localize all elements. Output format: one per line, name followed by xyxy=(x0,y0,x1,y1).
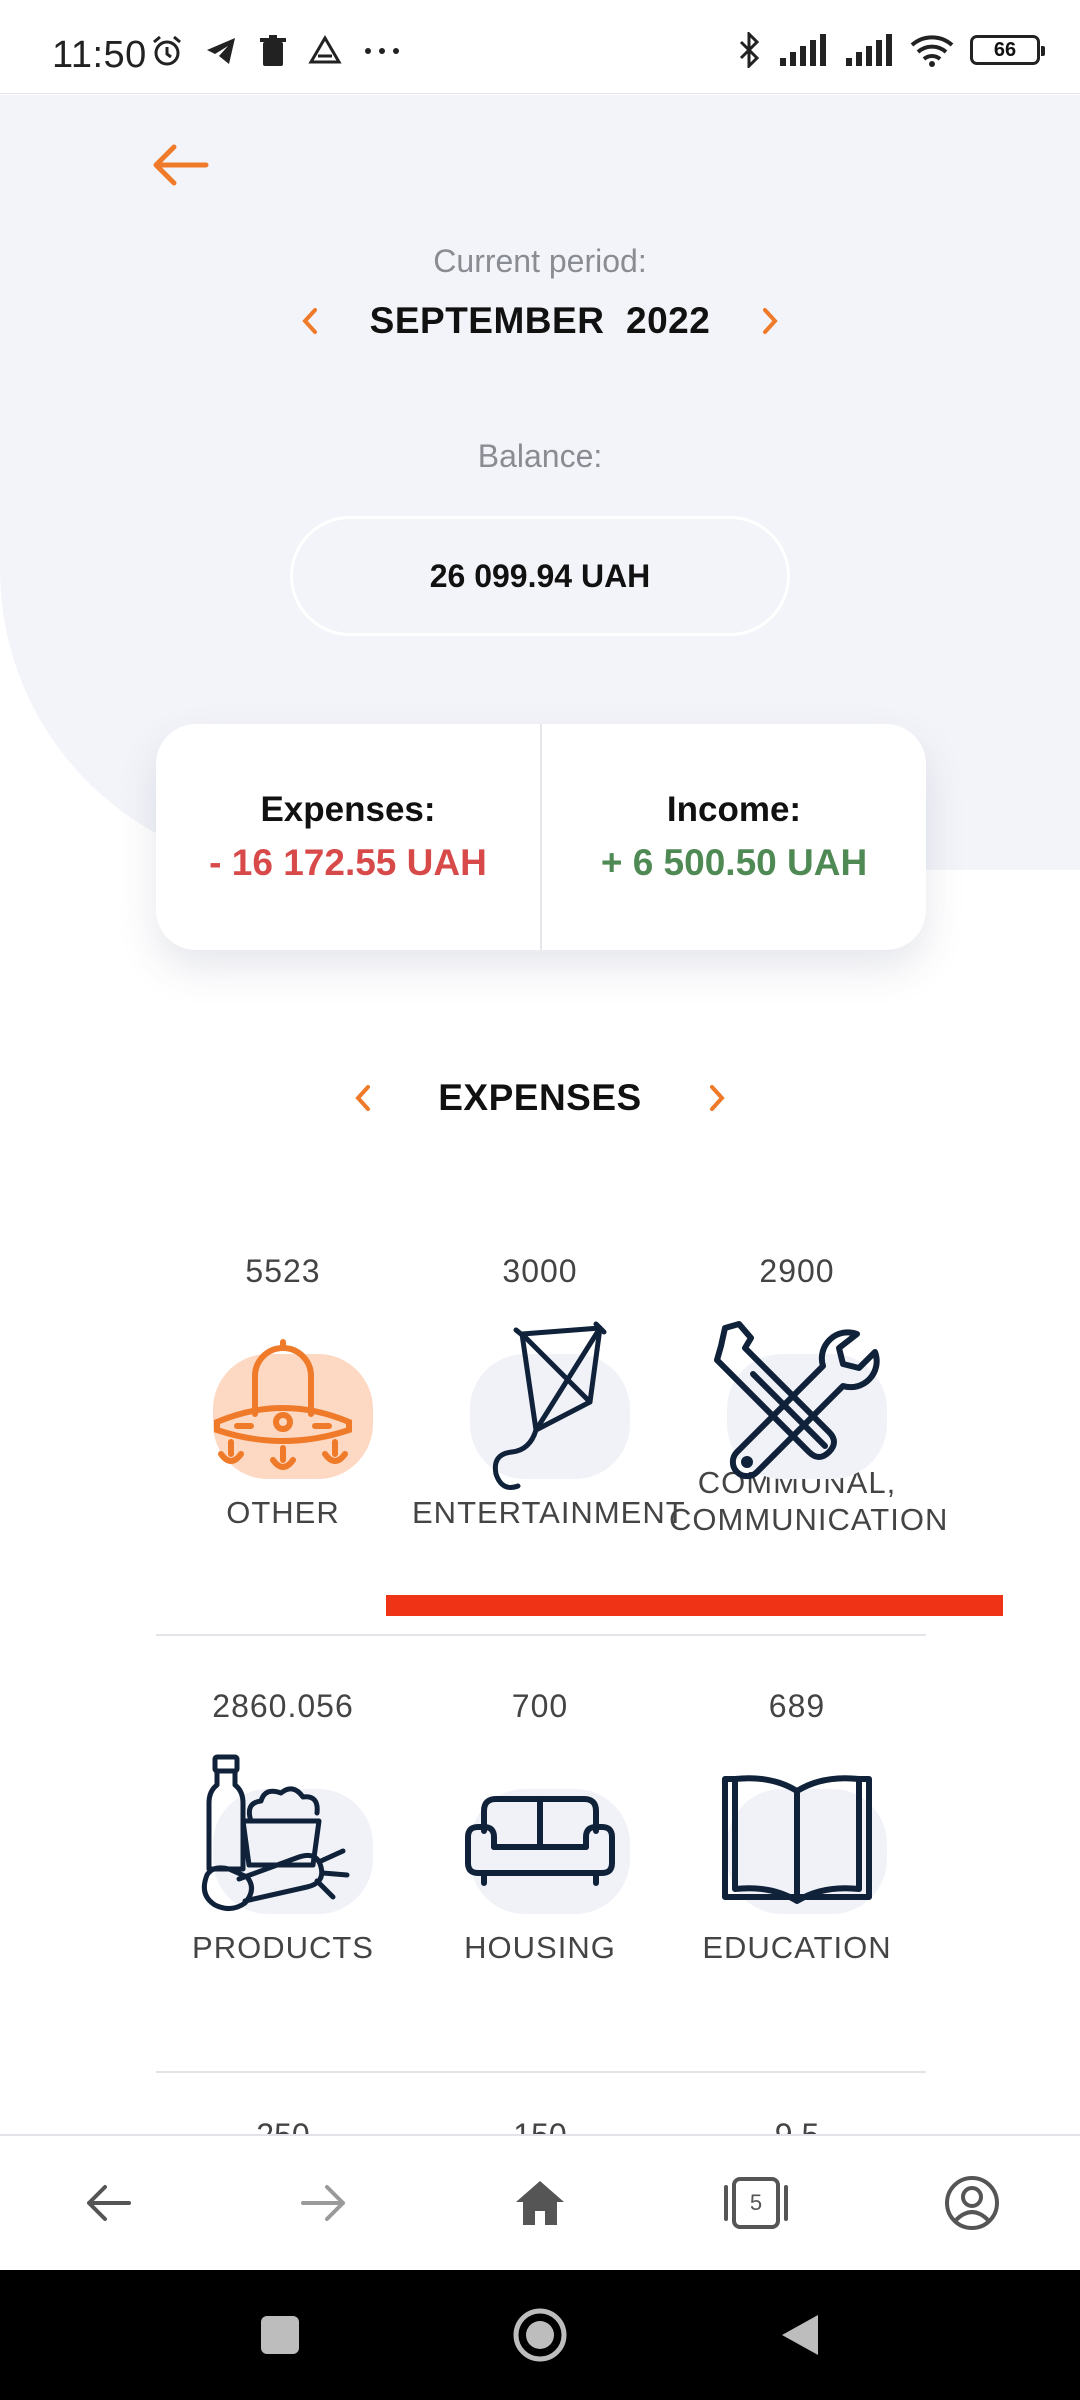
trash-icon xyxy=(260,35,286,66)
income-label: Income: xyxy=(666,790,802,829)
balance-value: 26 099.94 UAH xyxy=(290,516,790,636)
category-label: ENTERTAINMENT xyxy=(412,1495,686,1530)
tools-icon xyxy=(714,1321,880,1480)
category-icon-wrap xyxy=(193,1314,373,1494)
system-navigation-bar xyxy=(0,2270,1080,2400)
section-title: EXPENSES xyxy=(438,1076,642,1118)
status-right-icons: 66 xyxy=(736,32,1045,68)
account-icon xyxy=(945,2176,999,2230)
category-label: EDUCATION xyxy=(702,1930,892,1965)
category-value: 5523 xyxy=(245,1253,321,1289)
home-icon xyxy=(516,2181,564,2225)
book-icon xyxy=(722,1775,872,1904)
period-value: SEPTEMBER 2022 xyxy=(369,300,711,341)
expenses-label: Expenses: xyxy=(260,790,436,829)
status-time: 11:50 xyxy=(52,34,147,76)
next-section-button[interactable] xyxy=(702,1078,732,1118)
circle-icon xyxy=(513,2308,567,2362)
expenses-summary[interactable]: Expenses: - 16 172.55 UAH xyxy=(156,724,540,950)
alarm-icon xyxy=(153,35,181,66)
income-value: + 6 500.50 UAH xyxy=(600,842,868,883)
groceries-icon xyxy=(201,1754,350,1911)
browser-tabs-button[interactable]: 5 xyxy=(706,2153,806,2253)
signal-icon xyxy=(780,34,826,66)
next-period-button[interactable] xyxy=(755,301,785,341)
browser-forward-button[interactable] xyxy=(274,2153,374,2253)
category-value-partial: 150 xyxy=(513,2117,567,2135)
category-value: 2900 xyxy=(759,1253,835,1289)
status-left-icons xyxy=(150,34,402,68)
period-label: Current period: xyxy=(433,243,647,279)
category-value: 689 xyxy=(768,1688,826,1724)
income-summary[interactable]: Income: + 6 500.50 UAH xyxy=(540,724,926,950)
category-icon-wrap xyxy=(707,1749,887,1929)
sofa-icon xyxy=(465,1796,615,1886)
category-icon-wrap xyxy=(450,1749,630,1929)
category-label: HOUSING xyxy=(464,1930,616,1965)
arrow-left-icon xyxy=(87,2185,131,2221)
category-item-education[interactable]: 689 EDUCATION xyxy=(669,1688,925,1966)
browser-bottom-nav: 5 xyxy=(0,2134,1080,2270)
category-icon-wrap xyxy=(193,1749,373,1929)
category-icon-wrap xyxy=(450,1314,630,1494)
chevron-right-icon xyxy=(709,1084,725,1111)
square-icon xyxy=(261,2316,299,2354)
kite-icon xyxy=(492,1321,607,1490)
category-item-communal[interactable]: 2900 COMMUNAL, COMMUNICATION xyxy=(669,1253,947,1538)
wifi-icon xyxy=(910,35,954,67)
tabs-count: 5 xyxy=(749,2190,763,2215)
category-value: 2860.056 xyxy=(212,1688,354,1724)
back-nav-button[interactable] xyxy=(765,2300,835,2370)
triangle-back-icon xyxy=(782,2315,818,2355)
signal-icon xyxy=(846,34,892,66)
arrow-left-icon xyxy=(153,144,209,186)
battery-indicator: 66 xyxy=(970,35,1045,65)
chevron-left-icon xyxy=(355,1084,371,1111)
category-item-products[interactable]: 2860.056 PRODUCTS xyxy=(155,1688,411,1966)
period-selector: SEPTEMBER 2022 xyxy=(0,296,1080,346)
summary-card: Expenses: - 16 172.55 UAH Income: + 6 50… xyxy=(156,724,926,950)
prev-section-button[interactable] xyxy=(348,1078,378,1118)
category-icon-wrap xyxy=(707,1314,887,1494)
category-value-partial: 9.5 xyxy=(774,2117,820,2135)
browser-home-button[interactable] xyxy=(490,2153,590,2253)
chevron-left-icon xyxy=(301,308,317,334)
arrow-right-icon xyxy=(301,2185,345,2221)
category-item-entertainment[interactable]: 3000 ENTERTAINMENT xyxy=(412,1253,686,1531)
status-bar: 11:50 66 xyxy=(0,0,1080,94)
category-label: PRODUCTS xyxy=(192,1930,374,1965)
telegram-icon xyxy=(207,38,235,64)
browser-profile-button[interactable] xyxy=(922,2153,1022,2253)
expenses-value: - 16 172.55 UAH xyxy=(209,842,487,883)
category-label: OTHER xyxy=(226,1495,340,1530)
prev-period-button[interactable] xyxy=(295,301,325,341)
category-value: 700 xyxy=(511,1688,569,1724)
highlight-bar xyxy=(386,1595,1003,1616)
category-value-partial: 250 xyxy=(256,2117,310,2135)
drive-icon xyxy=(308,35,342,64)
browser-back-button[interactable] xyxy=(58,2153,158,2253)
chevron-right-icon xyxy=(763,308,779,334)
balance-label: Balance: xyxy=(477,438,603,474)
ufo-icon xyxy=(214,1339,352,1470)
home-button[interactable] xyxy=(505,2300,575,2370)
category-item-housing[interactable]: 700 HOUSING xyxy=(412,1688,668,1966)
category-item-other[interactable]: 5523 OTHER xyxy=(155,1253,411,1531)
category-value: 3000 xyxy=(502,1253,578,1289)
recents-button[interactable] xyxy=(245,2300,315,2370)
back-button[interactable] xyxy=(150,140,210,190)
bluetooth-icon xyxy=(739,32,760,68)
row-divider xyxy=(156,1634,926,1636)
row-divider xyxy=(156,2071,926,2073)
section-switcher: EXPENSES xyxy=(0,1070,1080,1125)
more-icon xyxy=(365,48,399,54)
